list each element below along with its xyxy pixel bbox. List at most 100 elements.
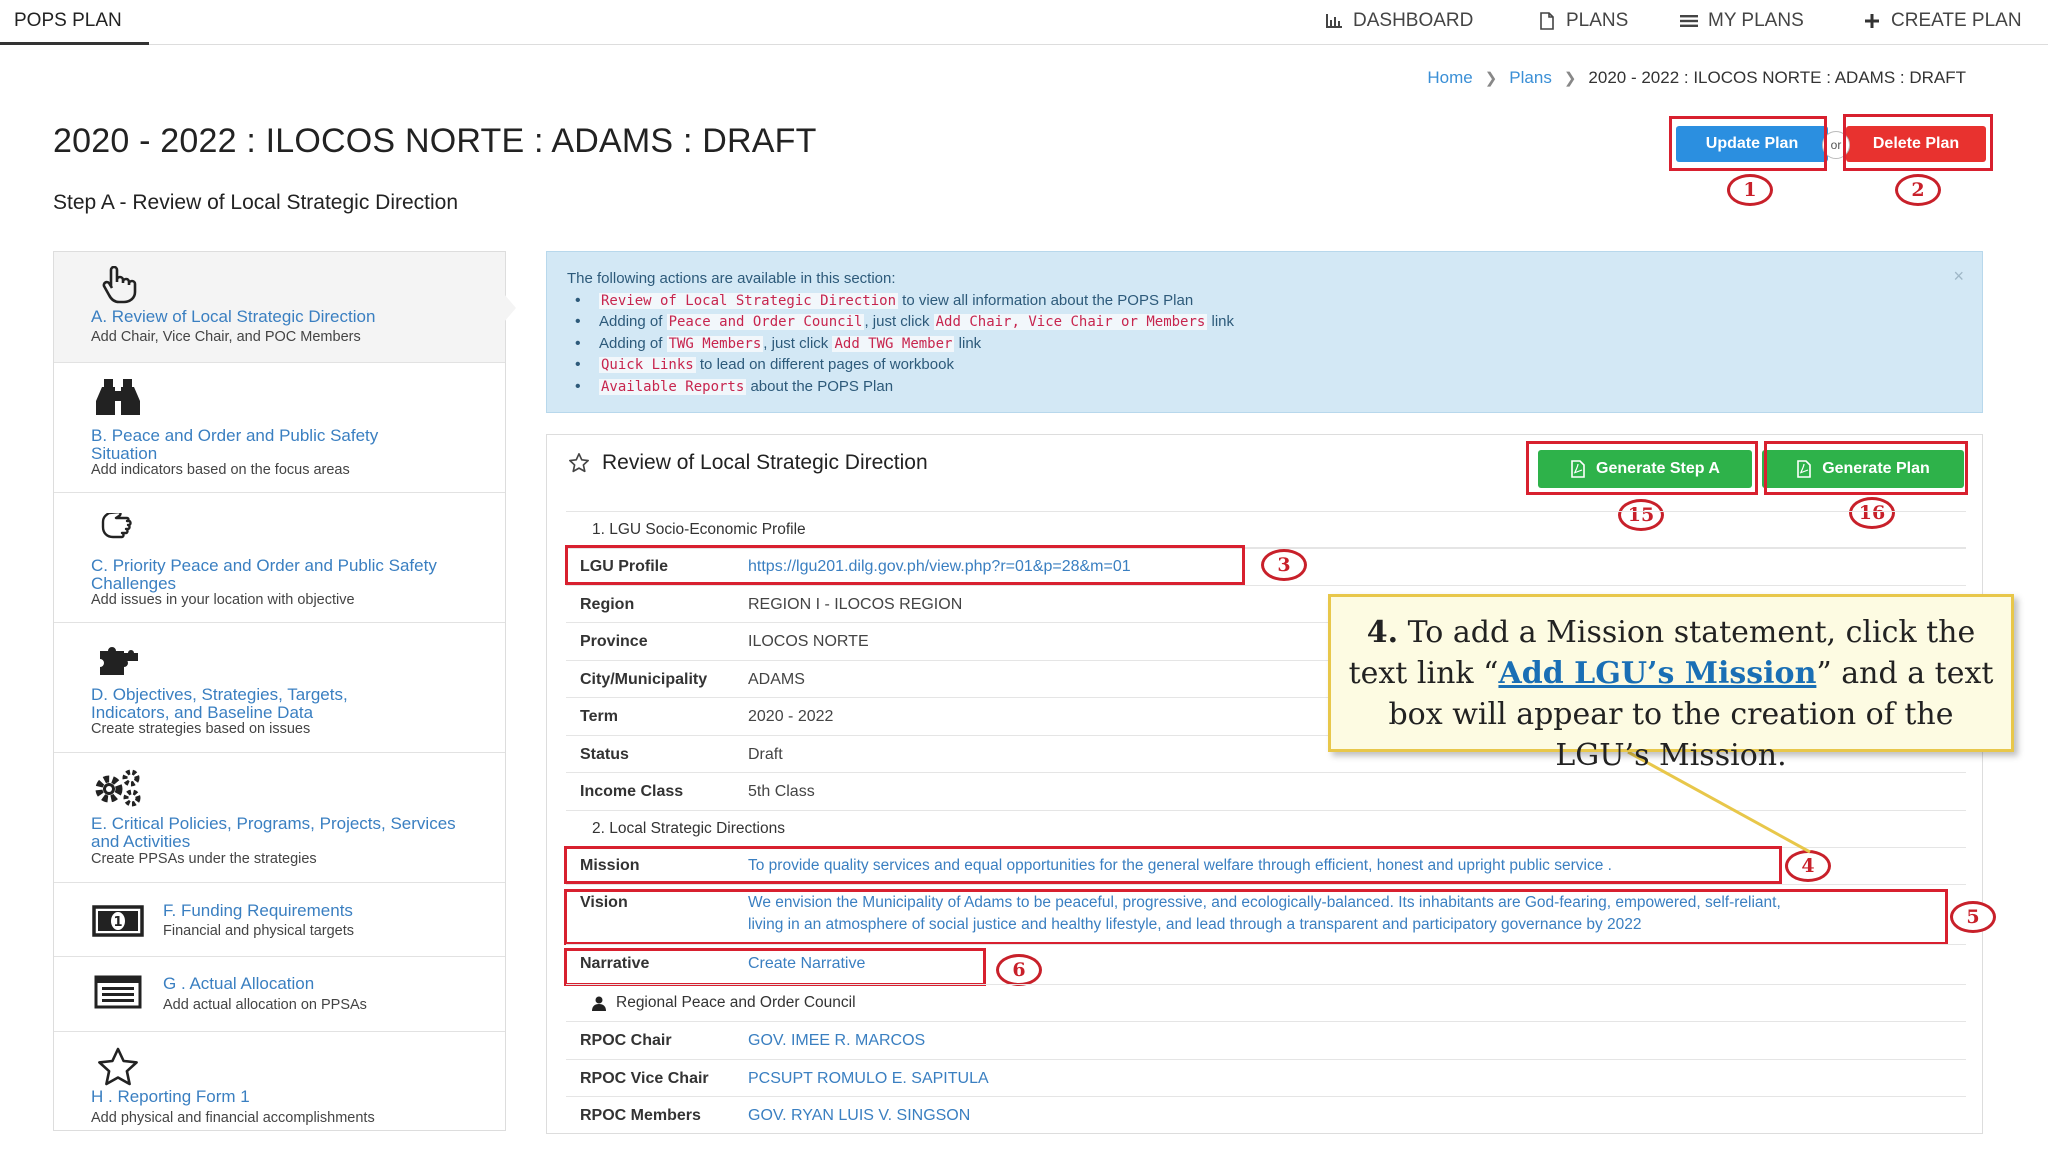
- alert-code: Available Reports: [599, 378, 747, 395]
- sidebar-item-a-desc: Add Chair, Vice Chair, and POC Members: [91, 329, 361, 345]
- file-icon: [1540, 12, 1554, 30]
- row-label: Term: [580, 708, 618, 725]
- money-icon: 1: [92, 905, 144, 937]
- annotation-number-5: 5: [1950, 901, 1996, 933]
- nav-plans-label: PLANS: [1566, 10, 1629, 31]
- sidebar-item-e-text: E. Critical Policies, Programs, Projects…: [91, 814, 456, 851]
- sidebar-item-e[interactable]: E. Critical Policies, Programs, Projects…: [54, 753, 505, 883]
- nav-my-plans[interactable]: MY PLANS: [1679, 10, 1804, 32]
- sidebar-item-b[interactable]: B. Peace and Order and Public Safety Sit…: [54, 363, 505, 493]
- alert-code: Quick Links: [599, 357, 696, 374]
- section-rpoc: Regional Peace and Order Council: [566, 984, 1966, 1021]
- row-value[interactable]: GOV. IMEE R. MARCOS: [748, 1032, 925, 1050]
- panel-title: Review of Local Strategic Direction: [568, 451, 928, 475]
- row-value: 2020 - 2022: [748, 708, 834, 725]
- star-icon: [98, 1047, 138, 1086]
- annotation-number-2: 2: [1895, 174, 1941, 206]
- puzzle-icon: [100, 647, 138, 675]
- sidebar-item-g[interactable]: G . Actual Allocation Add actual allocat…: [54, 957, 505, 1032]
- sidebar-item-h-label: H . Reporting Form 1: [91, 1087, 250, 1106]
- sidebar-item-f-label: F. Funding Requirements: [163, 901, 353, 920]
- row-value[interactable]: GOV. RYAN LUIS V. SINGSON: [748, 1107, 970, 1125]
- svg-text:1: 1: [113, 915, 122, 930]
- nav-create-plan-label: CREATE PLAN: [1891, 10, 2022, 31]
- alert-code: Review of Local Strategic Direction: [599, 293, 899, 309]
- panel-title-text: Review of Local Strategic Direction: [602, 451, 928, 474]
- alert-item: Available Reports about the POPS Plan: [575, 376, 1234, 397]
- sidebar-item-b-desc: Add indicators based on the focus areas: [91, 462, 350, 478]
- alert-text: link: [1207, 313, 1235, 331]
- table-row: RPOC Chair GOV. IMEE R. MARCOS: [566, 1021, 1966, 1059]
- breadcrumb-plans[interactable]: Plans: [1509, 68, 1552, 88]
- sidebar-item-a-label: A. Review of Local Strategic Direction: [91, 307, 376, 326]
- annotation-box-5: [564, 889, 1948, 945]
- alert-text: to view all information about the POPS P…: [898, 292, 1194, 309]
- section-rpoc-title: Regional Peace and Order Council: [616, 994, 856, 1011]
- binoculars-icon: [96, 379, 140, 415]
- breadcrumb-current: 2020 - 2022 : ILOCOS NORTE : ADAMS : DRA…: [1588, 68, 1966, 87]
- brand-logo[interactable]: POPS PLAN: [14, 10, 122, 32]
- annotation-number-1: 1: [1727, 174, 1773, 206]
- table-row: RPOC Vice Chair PCSUPT ROMULO E. SAPITUL…: [566, 1059, 1966, 1096]
- row-value: 5th Class: [748, 783, 815, 800]
- sidebar-item-g-desc: Add actual allocation on PPSAs: [163, 997, 367, 1013]
- hand-paper-icon: [101, 513, 132, 539]
- user-icon: [592, 996, 606, 1011]
- step-title: Step A - Review of Local Strategic Direc…: [53, 191, 459, 214]
- alert-text: about the POPS Plan: [746, 377, 894, 395]
- sidebar-item-d-label: D. Objectives, Strategies, Targets, Indi…: [91, 686, 421, 722]
- sidebar-item-d-desc: Create strategies based on issues: [91, 721, 311, 737]
- sidebar-item-f[interactable]: 1 F. Funding Requirements Financial and …: [54, 883, 505, 957]
- row-value: REGION I - ILOCOS REGION: [748, 596, 963, 613]
- page-title: 2020 - 2022 : ILOCOS NORTE : ADAMS : DRA…: [53, 122, 817, 160]
- alert-text: Adding of: [599, 313, 667, 331]
- annotation-box-15: [1526, 441, 1758, 495]
- sidebar-item-d[interactable]: D. Objectives, Strategies, Targets, Indi…: [54, 623, 505, 753]
- brand-active-underline: [0, 42, 149, 45]
- alert-item: Adding of TWG Members, just click Add TW…: [575, 333, 1234, 354]
- annotation-box-2: [1843, 114, 1993, 171]
- sidebar-item-f-desc: Financial and physical targets: [163, 923, 355, 939]
- nav-plans[interactable]: PLANS: [1537, 10, 1628, 32]
- alert-list: Review of Local Strategic Direction to v…: [575, 290, 1235, 397]
- annotation-box-16: [1764, 441, 1968, 495]
- annotation-box-6: [564, 948, 986, 986]
- sidebar-item-c[interactable]: C. Priority Peace and Order and Public S…: [54, 493, 505, 623]
- alert-code: TWG Members: [666, 335, 764, 352]
- sidebar-item-a[interactable]: A. Review of Local Strategic Direction A…: [54, 252, 516, 363]
- close-icon[interactable]: ×: [1953, 266, 1964, 287]
- alert-code: Add TWG Member: [832, 335, 955, 352]
- sidebar-item-d-text: D. Objectives, Strategies, Targets, Indi…: [91, 685, 348, 722]
- breadcrumb: Home ❯ Plans ❯ 2020 - 2022 : ILOCOS NORT…: [1427, 68, 1966, 88]
- hand-pointer-icon: [102, 266, 137, 304]
- bar-chart-icon: [1326, 14, 1342, 28]
- row-value: Draft: [748, 746, 783, 763]
- annotation-number-3: 3: [1261, 549, 1307, 581]
- alert-code: Add Chair, Vice Chair or Members: [933, 314, 1208, 331]
- sidebar-item-e-label: E. Critical Policies, Programs, Projects…: [91, 815, 471, 851]
- row-label: Province: [580, 633, 648, 650]
- nav-create-plan[interactable]: CREATE PLAN: [1862, 10, 2022, 32]
- alert-text: Adding of: [599, 334, 667, 352]
- breadcrumb-home[interactable]: Home: [1427, 68, 1472, 88]
- star-outline-icon: [569, 453, 589, 473]
- gears-icon: [95, 769, 141, 807]
- sidebar-item-b-text: B. Peace and Order and Public Safety Sit…: [91, 426, 379, 463]
- alert-text: , just click: [763, 334, 833, 352]
- list-alt-icon: [94, 975, 142, 1009]
- nav-dashboard-label: DASHBOARD: [1353, 10, 1474, 31]
- sidebar-item-h[interactable]: H . Reporting Form 1 Add physical and fi…: [54, 1032, 505, 1132]
- callout-number: 4.: [1366, 615, 1399, 650]
- chevron-right-icon: ❯: [1484, 70, 1498, 87]
- active-pointer: [504, 294, 516, 322]
- annotation-box-3: [565, 545, 1245, 585]
- row-value: ILOCOS NORTE: [748, 633, 869, 650]
- row-value[interactable]: PCSUPT ROMULO E. SAPITULA: [748, 1070, 989, 1088]
- alert-item: Review of Local Strategic Direction to v…: [575, 290, 1234, 311]
- step-sidebar: A. Review of Local Strategic Direction A…: [53, 251, 516, 1132]
- plus-icon: [1865, 14, 1879, 28]
- alert-code: Peace and Order Council: [666, 314, 865, 331]
- list-icon: [1680, 15, 1698, 27]
- sidebar-item-e-desc: Create PPSAs under the strategies: [91, 851, 317, 867]
- nav-dashboard[interactable]: DASHBOARD: [1324, 10, 1473, 32]
